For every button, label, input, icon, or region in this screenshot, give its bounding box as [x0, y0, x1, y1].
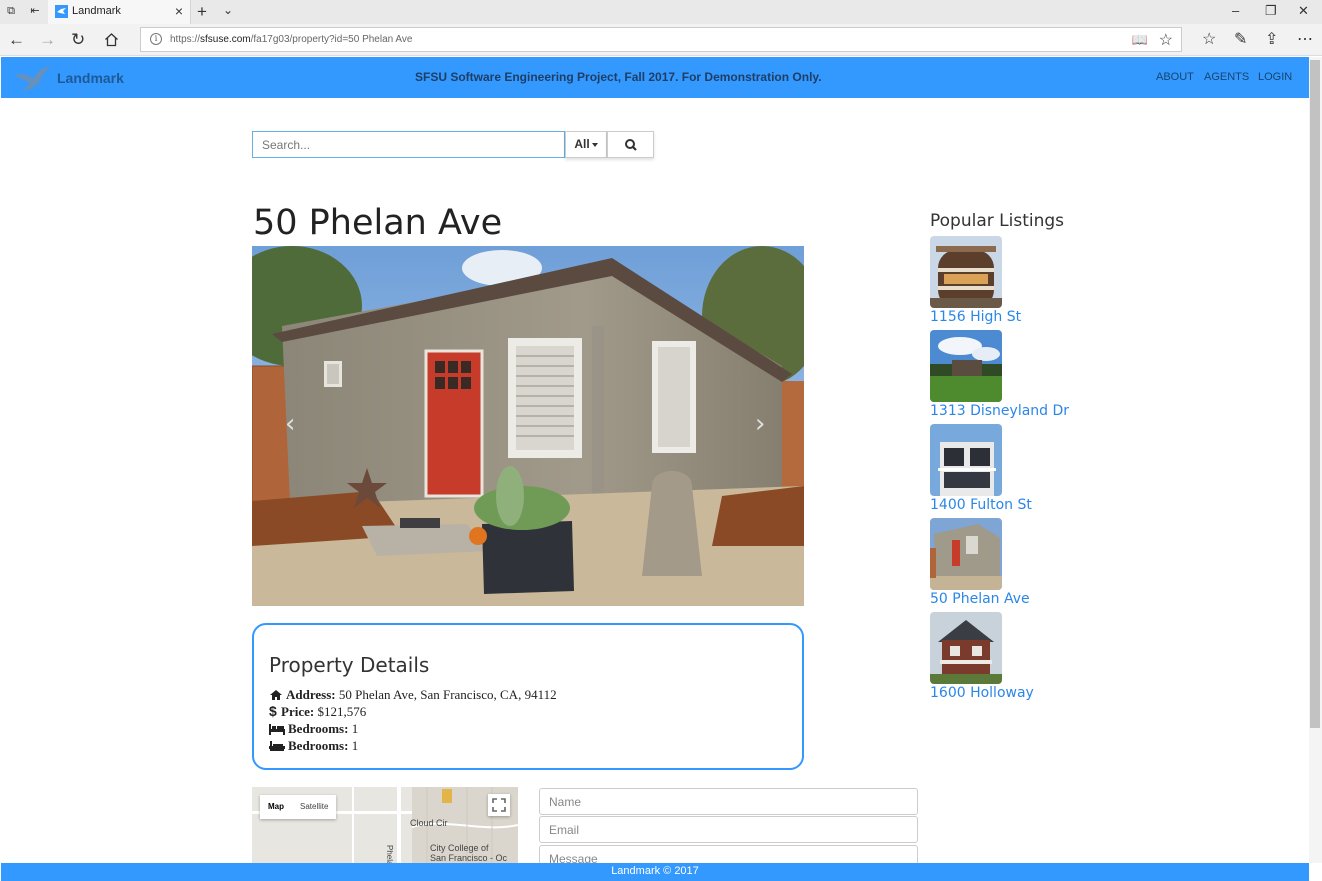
bath-icon: [269, 741, 285, 751]
reading-view-icon[interactable]: 📖: [1132, 32, 1148, 48]
listing-thumb-3[interactable]: [930, 424, 1002, 496]
cottage-red-door-photo: [930, 518, 1002, 590]
listing-link-1[interactable]: 1156 High St: [930, 309, 1021, 325]
listing-thumb-5[interactable]: [930, 612, 1002, 684]
filter-value: All: [574, 137, 590, 151]
nav-agents[interactable]: AGENTS: [1204, 71, 1249, 83]
map-tab-satellite[interactable]: Satellite: [292, 795, 336, 819]
location-map[interactable]: Map Satellite Cloud Cir City College of S…: [252, 787, 518, 863]
set-aside-tabs-icon[interactable]: ⇤: [28, 4, 42, 18]
carousel-prev-icon[interactable]: ‹: [285, 409, 295, 439]
email-field[interactable]: [539, 816, 918, 843]
listing-link-5[interactable]: 1600 Holloway: [930, 685, 1034, 701]
map-tab-map[interactable]: Map: [260, 795, 292, 819]
brand-name[interactable]: Landmark: [57, 70, 124, 86]
map-type-tabs: Map Satellite: [260, 795, 337, 819]
fullscreen-button[interactable]: [488, 794, 510, 816]
search-button[interactable]: [607, 131, 654, 158]
search-input[interactable]: [252, 131, 565, 158]
bedrooms-row: Bedrooms: 1: [269, 721, 358, 737]
home-icon: [270, 690, 282, 700]
close-window-icon[interactable]: ✕: [1298, 3, 1309, 19]
minimize-icon[interactable]: –: [1232, 3, 1239, 18]
scrollbar-thumb[interactable]: [1310, 60, 1320, 728]
site-info-icon[interactable]: i: [150, 33, 162, 45]
restore-icon[interactable]: ❐: [1265, 3, 1277, 19]
favorite-star-icon[interactable]: ☆: [1159, 30, 1173, 50]
modern-house-photo: [930, 424, 1002, 496]
listing-thumb-4[interactable]: [930, 518, 1002, 590]
tab-manager-icon[interactable]: ⧉: [4, 4, 18, 18]
property-title: 50 Phelan Ave: [253, 203, 503, 243]
tab-title: Landmark: [72, 5, 121, 17]
bathrooms-row: Bedrooms: 1: [269, 738, 358, 754]
search-icon: [625, 139, 637, 151]
url-text: https://sfsuse.com/fa17g03/property?id=5…: [170, 34, 413, 45]
browser-nav-bar: ← → ↻ i https://sfsuse.com/fa17g03/prope…: [0, 24, 1322, 56]
listing-link-2[interactable]: 1313 Disneyland Dr: [930, 403, 1069, 419]
property-photo: [252, 246, 804, 606]
map-label-college-2: San Francisco - Oc: [430, 853, 508, 863]
site-favicon-icon: [55, 5, 68, 18]
map-label-college: City College of: [430, 843, 489, 853]
carousel-next-icon[interactable]: ›: [755, 409, 765, 439]
home-icon[interactable]: [104, 32, 119, 47]
property-photo-carousel[interactable]: ‹ ›: [252, 246, 804, 606]
tab-list-chevron-icon[interactable]: ⌄: [223, 3, 233, 17]
property-details-heading: Property Details: [269, 653, 430, 677]
site-header: Landmark SFSU Software Engineering Proje…: [1, 57, 1309, 98]
landmark-logo-icon[interactable]: [13, 63, 53, 93]
address-row: Address: 50 Phelan Ave, San Francisco, C…: [269, 687, 557, 703]
craftsman-house-photo: [930, 612, 1002, 684]
share-icon[interactable]: ⇪: [1265, 29, 1278, 49]
listing-thumb-1[interactable]: [930, 236, 1002, 308]
footer-text: Landmark © 2017: [611, 865, 699, 877]
caret-down-icon: [591, 142, 598, 147]
bed-icon: [269, 724, 285, 735]
address-bar[interactable]: i https://sfsuse.com/fa17g03/property?id…: [140, 27, 1182, 52]
svg-text:$: $: [269, 704, 277, 718]
mansion-lawn-photo: [930, 330, 1002, 402]
listing-link-4[interactable]: 50 Phelan Ave: [930, 591, 1030, 607]
tab-close-icon[interactable]: ×: [175, 3, 183, 19]
nav-login[interactable]: LOGIN: [1258, 71, 1292, 83]
dollar-icon: $: [269, 703, 277, 719]
pen-notes-icon[interactable]: ✎: [1234, 29, 1247, 49]
browser-tab-bar: ⧉ ⇤ Landmark × + ⌄ – ❐ ✕: [0, 0, 1322, 24]
demo-banner: SFSU Software Engineering Project, Fall …: [415, 70, 822, 84]
round-tower-house-photo: [930, 236, 1002, 308]
search-filter-dropdown[interactable]: All: [565, 131, 607, 158]
new-tab-icon[interactable]: +: [197, 2, 207, 22]
map-label-phelan: Phelan: [385, 845, 394, 863]
back-icon[interactable]: ←: [8, 30, 25, 50]
price-row: $ Price: $121,576: [269, 703, 367, 719]
forward-icon[interactable]: →: [39, 30, 56, 50]
popular-listings-heading: Popular Listings: [930, 211, 1065, 231]
browser-tab[interactable]: Landmark ×: [48, 0, 191, 24]
fullscreen-icon: [492, 798, 506, 812]
refresh-icon[interactable]: ↻: [71, 30, 85, 50]
map-label-street: Cloud Cir: [410, 818, 448, 828]
listing-thumb-2[interactable]: [930, 330, 1002, 402]
nav-about[interactable]: ABOUT: [1156, 71, 1194, 83]
name-field[interactable]: [539, 788, 918, 815]
favorites-hub-icon[interactable]: ☆: [1202, 29, 1216, 49]
property-details-card: Property Details Address: 50 Phelan Ave,…: [252, 623, 804, 770]
listing-link-3[interactable]: 1400 Fulton St: [930, 497, 1032, 513]
site-footer: Landmark © 2017: [1, 863, 1309, 881]
more-menu-icon[interactable]: ⋯: [1297, 29, 1313, 49]
